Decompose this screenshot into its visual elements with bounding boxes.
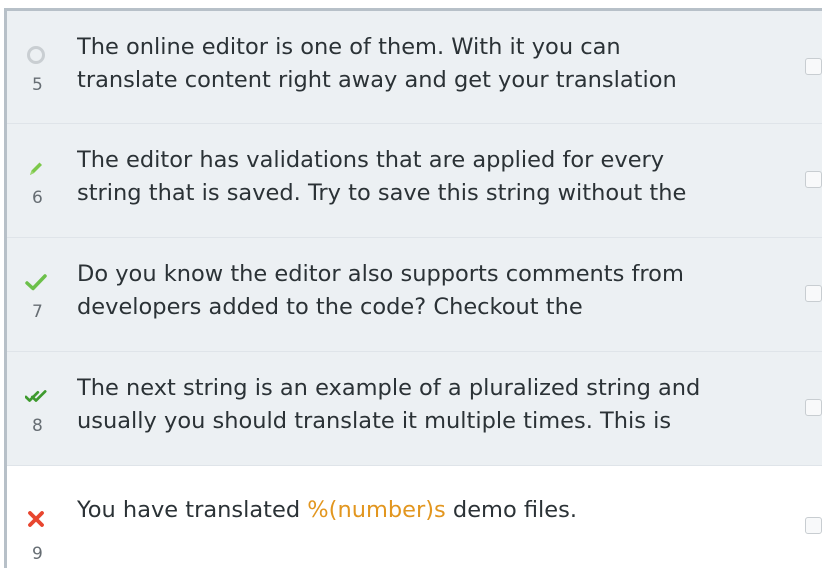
source-string: The next string is an example of a plura… (77, 372, 767, 438)
source-string-line: The online editor is one of them. With i… (77, 34, 621, 60)
source-string-prefix: You have translated (77, 497, 308, 523)
string-list: 5 The online editor is one of them. With… (4, 8, 822, 568)
row-checkbox[interactable] (805, 517, 822, 534)
source-string: Do you know the editor also supports com… (77, 258, 767, 324)
row-checkbox[interactable] (805, 58, 822, 75)
row-number: 9 (32, 544, 43, 564)
source-string-line: developers added to the code? Checkout t… (77, 294, 583, 320)
source-string-line: Do you know the editor also supports com… (77, 261, 684, 287)
string-row-5[interactable]: 5 The online editor is one of them. With… (7, 11, 822, 124)
source-string-line: translate content right away and get you… (77, 67, 677, 93)
row-number: 6 (32, 188, 43, 208)
string-row-6[interactable]: 6 The editor has validations that are ap… (7, 124, 822, 238)
source-string-suffix: demo files. (445, 497, 578, 523)
source-string: You have translated %(number)s demo file… (77, 494, 767, 527)
string-row-9[interactable]: 9 You have translated %(number)s demo fi… (7, 466, 822, 568)
string-row-7[interactable]: 7 Do you know the editor also supports c… (7, 238, 822, 352)
pencil-icon (25, 157, 47, 179)
row-number: 5 (32, 75, 43, 95)
source-string-line: You have translated %(number)s demo file… (77, 494, 767, 527)
row-number: 8 (32, 416, 43, 436)
source-string: The online editor is one of them. With i… (77, 31, 767, 97)
source-string: The editor has validations that are appl… (77, 144, 767, 210)
string-row-8[interactable]: 8 The next string is an example of a plu… (7, 352, 822, 466)
row-number: 7 (32, 302, 43, 322)
row-checkbox[interactable] (805, 171, 822, 188)
row-checkbox[interactable] (805, 285, 822, 302)
row-checkbox[interactable] (805, 399, 822, 416)
placeholder-variable: %(number)s (307, 497, 446, 523)
check-icon (25, 271, 47, 293)
cross-icon (25, 508, 47, 530)
source-string-line: The editor has validations that are appl… (77, 147, 665, 173)
double-check-icon (25, 385, 47, 407)
source-string-line: usually you should translate it multiple… (77, 408, 672, 434)
source-string-line: The next string is an example of a plura… (77, 375, 701, 401)
source-string-line: string that is saved. Try to save this s… (77, 180, 687, 206)
untranslated-circle-icon (25, 44, 47, 66)
